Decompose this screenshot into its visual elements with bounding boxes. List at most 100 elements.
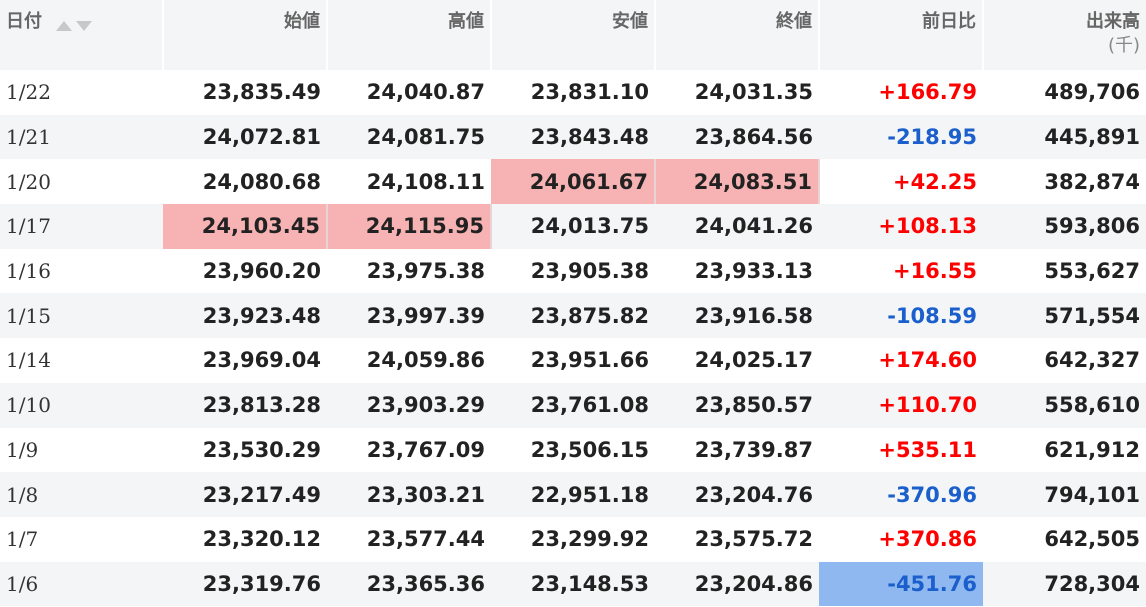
cell-open: 23,319.76 xyxy=(163,561,327,607)
cell-open: 23,813.28 xyxy=(163,382,327,428)
cell-change: +535.11 xyxy=(878,437,977,462)
cell-change: +16.55 xyxy=(892,259,977,284)
cell-low: 23,299.92 xyxy=(530,527,649,552)
cell-date: 1/22 xyxy=(6,80,51,105)
table-row: 1/21 24,072.81 24,081.75 23,843.48 23,864.56… xyxy=(0,114,1146,160)
cell-open: 23,320.12 xyxy=(202,527,321,552)
cell-high: 23,577.44 xyxy=(366,527,485,552)
cell-volume: 642,327 xyxy=(1044,348,1140,373)
cell-volume: 571,554 xyxy=(983,293,1146,339)
cell-date: 1/20 xyxy=(6,169,51,194)
cell-close: 23,864.56 xyxy=(655,114,819,160)
column-header-open: 始値 xyxy=(162,0,327,70)
table-row: 1/9 23,530.29 23,767.09 23,506.15 23,739.87 +… xyxy=(0,428,1146,473)
table-row: 1/17 24,103.45 24,115.95 24,013.75 24,041.26… xyxy=(0,204,1146,249)
cell-low: 22,951.18 xyxy=(491,472,655,517)
cell-high: 23,975.38 xyxy=(366,259,485,284)
cell-date: 1/15 xyxy=(0,293,163,339)
table-row: 1/15 23,923.48 23,997.39 23,875.82 23,916.58… xyxy=(0,293,1146,339)
cell-volume: 593,806 xyxy=(983,204,1146,249)
cell-high: 24,108.11 xyxy=(366,169,485,194)
cell-low: 23,875.82 xyxy=(491,293,655,339)
cell-close: 23,204.76 xyxy=(655,472,819,517)
cell-change: -370.96 xyxy=(819,472,983,517)
cell-close: 23,204.86 xyxy=(655,561,819,607)
volume-unit-label: (千) xyxy=(1107,35,1140,56)
cell-close: 24,083.51 xyxy=(655,159,820,205)
cell-close: 24,025.17 xyxy=(694,348,813,373)
price-history-table: 日付 始値 高値 安値 終値 前日比 出来高 (千) 1/22 23,835.49… xyxy=(0,0,1146,607)
cell-close: 23,739.87 xyxy=(694,437,813,462)
triangle-down-icon[interactable] xyxy=(76,21,93,31)
cell-change: -451.76 xyxy=(819,561,983,607)
table-row: 1/14 23,969.04 24,059.86 23,951.66 24,025.17… xyxy=(0,338,1146,383)
sort-toggle[interactable] xyxy=(56,14,96,38)
table-row: 1/7 23,320.12 23,577.44 23,299.92 23,575.72 +… xyxy=(0,517,1146,562)
cell-date: 1/9 xyxy=(6,437,39,462)
cell-volume: 728,304 xyxy=(983,561,1146,607)
column-header-high: 高値 xyxy=(326,0,491,70)
cell-change: +166.79 xyxy=(878,80,977,105)
cell-volume: 621,912 xyxy=(1044,437,1140,462)
cell-date: 1/6 xyxy=(0,561,163,607)
cell-low: 23,506.15 xyxy=(530,437,649,462)
cell-high: 23,365.36 xyxy=(327,561,491,607)
table-row: 1/22 23,835.49 24,040.87 23,831.10 24,031.35… xyxy=(0,70,1146,115)
cell-close: 24,041.26 xyxy=(655,204,819,249)
cell-close: 24,031.35 xyxy=(694,80,813,105)
cell-low: 24,013.75 xyxy=(491,204,655,249)
cell-date: 1/8 xyxy=(0,472,163,517)
column-header-volume: 出来高 (千) xyxy=(982,0,1146,70)
cell-high: 23,903.29 xyxy=(327,382,491,428)
cell-low: 23,148.53 xyxy=(491,561,655,607)
cell-low: 23,905.38 xyxy=(530,259,649,284)
column-header-close: 終値 xyxy=(654,0,819,70)
cell-date: 1/21 xyxy=(0,114,163,160)
column-header-change: 前日比 xyxy=(818,0,983,70)
cell-date: 1/14 xyxy=(6,348,51,373)
cell-volume: 445,891 xyxy=(983,114,1146,160)
cell-open: 24,103.45 xyxy=(163,204,328,249)
cell-high: 23,997.39 xyxy=(327,293,491,339)
cell-open: 23,835.49 xyxy=(202,80,321,105)
cell-open: 23,969.04 xyxy=(202,348,321,373)
cell-volume: 642,505 xyxy=(1044,527,1140,552)
cell-volume: 382,874 xyxy=(1044,169,1140,194)
table-row: 1/8 23,217.49 23,303.21 22,951.18 23,204.76-… xyxy=(0,472,1146,517)
cell-open: 24,080.68 xyxy=(202,169,321,194)
column-header-volume-label: 出来高 xyxy=(1086,11,1140,32)
cell-date: 1/16 xyxy=(6,259,51,284)
cell-open: 23,530.29 xyxy=(202,437,321,462)
column-header-date[interactable]: 日付 xyxy=(0,0,163,70)
cell-volume: 553,627 xyxy=(1044,259,1140,284)
cell-volume: 489,706 xyxy=(1044,80,1140,105)
table-row: 1/20 24,080.68 24,108.11 24,061.67 24,083.51… xyxy=(0,159,1146,205)
table-header: 日付 始値 高値 安値 終値 前日比 出来高 (千) xyxy=(0,0,1146,70)
cell-high: 24,081.75 xyxy=(327,114,491,160)
cell-close: 23,850.57 xyxy=(655,382,819,428)
cell-open: 23,923.48 xyxy=(163,293,327,339)
table-row: 1/6 23,319.76 23,365.36 23,148.53 23,204.86-… xyxy=(0,561,1146,607)
cell-change: +370.86 xyxy=(878,527,977,552)
cell-change: +108.13 xyxy=(819,204,983,249)
cell-date: 1/10 xyxy=(0,382,163,428)
cell-high: 24,040.87 xyxy=(366,80,485,105)
cell-open: 23,217.49 xyxy=(163,472,327,517)
table-body: 1/22 23,835.49 24,040.87 23,831.10 24,031.35… xyxy=(0,70,1146,607)
cell-volume: 794,101 xyxy=(983,472,1146,517)
cell-low: 23,831.10 xyxy=(530,80,649,105)
cell-date: 1/17 xyxy=(0,204,163,249)
cell-change: -108.59 xyxy=(819,293,983,339)
cell-high: 23,767.09 xyxy=(366,437,485,462)
cell-low: 23,761.08 xyxy=(491,382,655,428)
cell-high: 23,303.21 xyxy=(327,472,491,517)
cell-low: 23,843.48 xyxy=(491,114,655,160)
cell-change: +174.60 xyxy=(878,348,977,373)
cell-change: -218.95 xyxy=(819,114,983,160)
cell-change: +42.25 xyxy=(892,169,977,194)
table-row: 1/10 23,813.28 23,903.29 23,761.08 23,850.57… xyxy=(0,382,1146,428)
cell-close: 23,575.72 xyxy=(694,527,813,552)
triangle-up-icon[interactable] xyxy=(56,21,73,31)
column-header-low: 安値 xyxy=(490,0,655,70)
cell-volume: 558,610 xyxy=(983,382,1146,428)
